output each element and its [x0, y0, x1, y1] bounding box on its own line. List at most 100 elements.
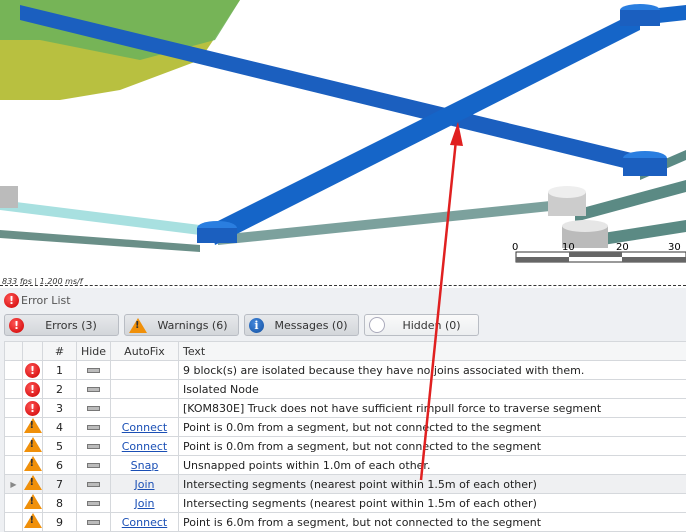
row-autofix: Connect: [110, 512, 179, 532]
hide-toggle-icon[interactable]: [87, 444, 100, 449]
row-text: Intersecting segments (nearest point wit…: [178, 493, 686, 513]
row-autofix: Connect: [110, 417, 179, 437]
row-autofix: Join: [110, 493, 179, 513]
messages-filter-button[interactable]: i Messages (0): [244, 314, 359, 336]
hidden-filter-button[interactable]: Hidden (0): [364, 314, 479, 336]
row-autofix: Connect: [110, 436, 179, 456]
error-table: # Hide AutoFix Text ! 1 9 block(s) are iso…: [4, 341, 686, 532]
panel-title: Error List: [21, 293, 71, 307]
scale-tick: 10: [562, 242, 575, 253]
row-hide[interactable]: [76, 360, 111, 380]
error-list-panel: ! Error List ! Errors (3) ! Warnings (6) iM…: [0, 288, 686, 532]
table-row[interactable]: ! 4 Connect Point is 0.0m from a segment, b…: [4, 417, 686, 437]
table-row[interactable]: ! 3 [KOM830E] Truck does not have sufficie…: [4, 398, 686, 418]
row-selector[interactable]: [4, 493, 23, 513]
row-number: 1: [42, 360, 77, 380]
table-row[interactable]: ! 5 Connect Point is 0.0m from a segment, b…: [4, 436, 686, 456]
row-hide[interactable]: [76, 455, 111, 475]
row-text: Isolated Node: [178, 379, 686, 399]
hide-toggle-icon[interactable]: [87, 482, 100, 487]
col-text[interactable]: Text: [178, 341, 686, 361]
autofix-link[interactable]: Snap: [131, 459, 159, 472]
table-row[interactable]: ! 2 Isolated Node: [4, 379, 686, 399]
col-autofix[interactable]: AutoFix: [110, 341, 179, 361]
row-hide[interactable]: [76, 379, 111, 399]
col-selector: [4, 341, 23, 361]
row-selector[interactable]: [4, 512, 23, 532]
row-number: 6: [42, 455, 77, 475]
autofix-link[interactable]: Join: [134, 497, 154, 510]
row-number: 3: [42, 398, 77, 418]
divider: [0, 285, 686, 286]
3d-viewport[interactable]: 0 10 20 30: [0, 0, 686, 286]
scale-tick: 0: [512, 242, 518, 253]
hide-toggle-icon[interactable]: [87, 406, 100, 411]
warning-icon: !: [23, 456, 42, 471]
row-selector[interactable]: [4, 398, 23, 418]
error-icon: !: [25, 381, 40, 397]
warning-icon: !: [23, 418, 42, 433]
row-selector[interactable]: [4, 379, 23, 399]
row-type: !: [22, 493, 43, 513]
scale-tick: 20: [616, 242, 629, 253]
table-row[interactable]: ! 8 Join Intersecting segments (nearest poi…: [4, 493, 686, 513]
row-selector[interactable]: [4, 436, 23, 456]
warnings-filter-button[interactable]: ! Warnings (6): [124, 314, 239, 336]
col-hide[interactable]: Hide: [76, 341, 111, 361]
row-type: !: [22, 417, 43, 437]
errors-filter-button[interactable]: ! Errors (3): [4, 314, 119, 336]
table-row[interactable]: ▶! 7 Join Intersecting segments (nearest po…: [4, 474, 686, 494]
warning-icon: !: [23, 437, 42, 452]
error-icon: !: [4, 292, 19, 308]
error-icon: !: [25, 400, 40, 416]
row-selector[interactable]: [4, 417, 23, 437]
hide-toggle-icon[interactable]: [87, 501, 100, 506]
info-icon: i: [249, 317, 264, 333]
row-type: !: [22, 360, 43, 380]
warning-icon: !: [23, 513, 42, 528]
row-type: !: [22, 436, 43, 456]
row-selector[interactable]: ▶: [4, 474, 23, 494]
table-row[interactable]: ! 9 Connect Point is 6.0m from a segment, b…: [4, 512, 686, 532]
hide-toggle-icon[interactable]: [87, 463, 100, 468]
row-hide[interactable]: [76, 512, 111, 532]
row-hide[interactable]: [76, 493, 111, 513]
row-text: Point is 0.0m from a segment, but not co…: [178, 436, 686, 456]
row-selector[interactable]: [4, 360, 23, 380]
row-number: 9: [42, 512, 77, 532]
row-text: [KOM830E] Truck does not have sufficient…: [178, 398, 686, 418]
autofix-link[interactable]: Join: [134, 478, 154, 491]
hidden-icon: [369, 317, 385, 333]
row-selector[interactable]: [4, 455, 23, 475]
row-text: Intersecting segments (nearest point wit…: [178, 474, 686, 494]
table-row[interactable]: ! 6 Snap Unsnapped points within 1.0m of ea…: [4, 455, 686, 475]
row-autofix: [110, 398, 179, 418]
col-number[interactable]: #: [42, 341, 77, 361]
row-hide[interactable]: [76, 417, 111, 437]
autofix-link[interactable]: Connect: [122, 516, 167, 529]
row-number: 8: [42, 493, 77, 513]
hide-toggle-icon[interactable]: [87, 425, 100, 430]
row-hide[interactable]: [76, 436, 111, 456]
hide-toggle-icon[interactable]: [87, 368, 100, 373]
row-text: Unsnapped points within 1.0m of each oth…: [178, 455, 686, 475]
row-autofix: Snap: [110, 455, 179, 475]
warning-icon: !: [129, 317, 147, 333]
row-type: !: [22, 512, 43, 532]
autofix-link[interactable]: Connect: [122, 421, 167, 434]
row-number: 4: [42, 417, 77, 437]
error-icon: !: [25, 362, 40, 378]
table-header: # Hide AutoFix Text: [4, 341, 686, 361]
row-type: !: [22, 379, 43, 399]
row-hide[interactable]: [76, 398, 111, 418]
row-number: 5: [42, 436, 77, 456]
row-type: !: [22, 398, 43, 418]
col-type: [22, 341, 43, 361]
autofix-link[interactable]: Connect: [122, 440, 167, 453]
hide-toggle-icon[interactable]: [87, 387, 100, 392]
warning-icon: !: [23, 494, 42, 509]
hide-toggle-icon[interactable]: [87, 520, 100, 525]
row-hide[interactable]: [76, 474, 111, 494]
row-number: 7: [42, 474, 77, 494]
table-row[interactable]: ! 1 9 block(s) are isolated because they h…: [4, 360, 686, 380]
